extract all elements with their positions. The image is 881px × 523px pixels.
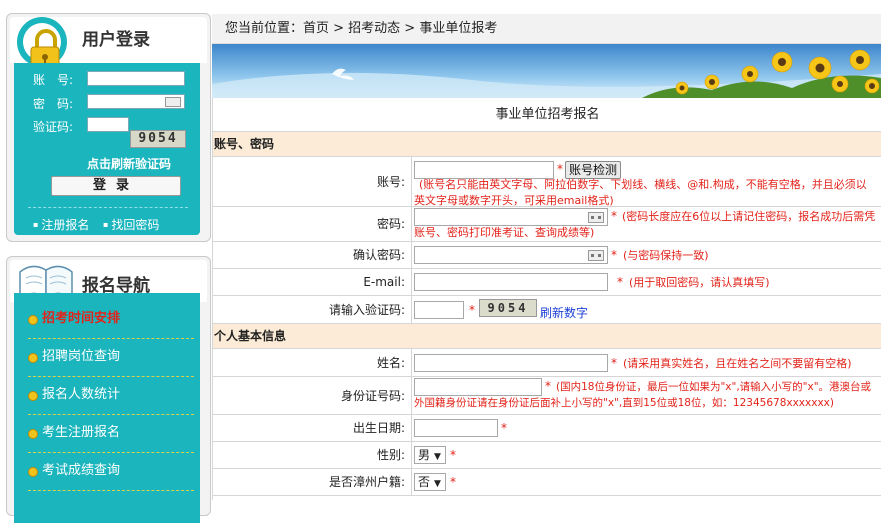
hukou-label: 是否漳州户籍:: [213, 469, 412, 495]
section-personal: 个人基本信息: [213, 324, 881, 349]
login-button[interactable]: 登录: [51, 176, 181, 196]
signup-nav-panel: 报名导航 招考时间安排 招聘岗位查询 报名人数统计 考生注册报名 考试成绩查询: [6, 256, 211, 523]
gender-row: 性别: 男 ▼ *: [213, 442, 881, 469]
account-row: 账号: * 账号检测 (账号名只能由英文字母、阿拉伯数字、下划线、横线、@和.构…: [213, 157, 881, 207]
email-note: (用于取回密码，请认真填写): [629, 276, 770, 289]
email-label: E-mail:: [213, 269, 412, 295]
registration-form: 事业单位招考报名 账号、密码 账号: * 账号检测 (账号名只能由英文字母、阿拉…: [212, 98, 881, 500]
captcha-row: 请输入验证码: * 9054 刷新数字: [213, 296, 881, 324]
captcha-label: 验证码:: [33, 120, 74, 134]
hukou-field: 否 ▼ *: [412, 469, 881, 495]
bullet-icon: [28, 315, 38, 325]
divider: [28, 207, 188, 208]
login-panel: 用户登录 账 号: 密 码: 验证码: 9054 点击刷新验证码 登录 注册报名…: [6, 13, 211, 242]
required-mark: *: [450, 475, 456, 489]
required-mark: *: [557, 162, 563, 176]
gender-select[interactable]: 男 ▼: [414, 446, 446, 464]
confirm-password-label: 确认密码:: [213, 242, 412, 268]
forgot-password-link[interactable]: 找回密码: [103, 216, 159, 233]
refresh-captcha-link[interactable]: 点击刷新验证码: [87, 155, 171, 172]
breadcrumb: 您当前位置：首页 > 招考动态 > 事业单位报考: [212, 14, 881, 44]
password-field: * (密码长度应在6位以上请记住密码，报名成功后需凭账号、密码打印准考证、查询成…: [412, 207, 881, 241]
name-field: * (请采用真实姓名，且在姓名之间不要留有空格): [412, 349, 881, 376]
required-mark: *: [501, 421, 507, 435]
nav-item-schedule[interactable]: 招考时间安排: [28, 301, 194, 339]
bullet-icon: [28, 467, 38, 477]
section-account: 账号、密码: [213, 132, 881, 157]
required-mark: *: [469, 303, 475, 317]
confirm-password-row: 确认密码: * (与密码保持一致): [213, 242, 881, 269]
nav-item-statistics[interactable]: 报名人数统计: [28, 377, 194, 415]
refresh-captcha-link[interactable]: 刷新数字: [540, 304, 588, 321]
captcha-input[interactable]: [414, 301, 464, 319]
gender-label: 性别:: [213, 442, 412, 468]
captcha-image[interactable]: 9054: [479, 299, 537, 317]
name-note: (请采用真实姓名，且在姓名之间不要留有空格): [623, 357, 852, 370]
nav-item-label: 考生注册报名: [42, 425, 121, 440]
password-label: 密码:: [213, 207, 412, 241]
captcha-image[interactable]: 9054: [130, 130, 186, 148]
password-note: (密码长度应在6位以上请记住密码，报名成功后需凭账号、密码打印准考证、查询成绩等…: [414, 210, 876, 239]
account-field: * 账号检测 (账号名只能由英文字母、阿拉伯数字、下划线、横线、@和.构成，不能…: [412, 157, 881, 207]
confirm-password-input[interactable]: [414, 246, 608, 264]
hukou-row: 是否漳州户籍: 否 ▼ *: [213, 469, 881, 496]
name-row: 姓名: * (请采用真实姓名，且在姓名之间不要留有空格): [213, 349, 881, 377]
nav-item-label: 招考时间安排: [42, 311, 121, 326]
nav-item-label: 报名人数统计: [42, 387, 121, 402]
account-label: 账号:: [213, 157, 412, 206]
captcha-input[interactable]: [87, 117, 129, 132]
captcha-field: * 9054 刷新数字: [412, 296, 881, 323]
confirm-password-field: * (与密码保持一致): [412, 242, 881, 268]
hukou-value: 否: [418, 475, 431, 489]
confirm-password-note: (与密码保持一致): [623, 249, 709, 262]
login-panel-header: 用户登录: [10, 17, 207, 72]
dropdown-arrow-icon: ▼: [434, 479, 441, 489]
bullet-icon: [28, 429, 38, 439]
birth-date-input[interactable]: [414, 419, 498, 437]
form-title: 事业单位招考报名: [213, 98, 881, 132]
hukou-select[interactable]: 否 ▼: [414, 473, 446, 491]
nav-list: 招考时间安排 招聘岗位查询 报名人数统计 考生注册报名 考试成绩查询: [14, 293, 200, 523]
keyboard-icon[interactable]: [165, 97, 181, 107]
bullet-icon: [28, 391, 38, 401]
gender-field: 男 ▼ *: [412, 442, 881, 468]
bullet-icon: [28, 353, 38, 363]
keyboard-icon[interactable]: [588, 250, 604, 261]
gender-value: 男: [418, 448, 431, 462]
dropdown-arrow-icon: ▼: [434, 452, 441, 462]
nav-item-label: 考试成绩查询: [42, 463, 121, 478]
required-mark: *: [450, 448, 456, 462]
required-mark: *: [617, 275, 623, 289]
nav-item-scores[interactable]: 考试成绩查询: [28, 453, 194, 491]
password-label: 密 码:: [33, 97, 74, 111]
main-content: 您当前位置：首页 > 招考动态 > 事业单位报考 事业单位招考报名 账号、密码 …: [212, 14, 881, 500]
email-input[interactable]: [414, 273, 608, 291]
name-input[interactable]: [414, 354, 608, 372]
name-label: 姓名:: [213, 349, 412, 376]
login-title: 用户登录: [82, 30, 150, 50]
id-number-row: 身份证号码: * (国内18位身份证，最后一位如果为"x",请输入小写的"x"。…: [213, 377, 881, 415]
id-number-label: 身份证号码:: [213, 377, 412, 414]
nav-item-positions[interactable]: 招聘岗位查询: [28, 339, 194, 377]
birth-date-field: *: [412, 415, 881, 441]
password-row: 密码: * (密码长度应在6位以上请记住密码，报名成功后需凭账号、密码打印准考证…: [213, 207, 881, 242]
birth-date-row: 出生日期: *: [213, 415, 881, 442]
birth-date-label: 出生日期:: [213, 415, 412, 441]
required-mark: *: [611, 248, 617, 262]
login-form: 账 号: 密 码: 验证码: 9054 点击刷新验证码 登录 注册报名 找回密码: [14, 63, 200, 235]
account-label: 账 号:: [33, 73, 74, 87]
required-mark: *: [611, 356, 617, 370]
banner-image: [212, 44, 881, 98]
id-number-field: * (国内18位身份证，最后一位如果为"x",请输入小写的"x"。港澳台或外国籍…: [412, 377, 881, 414]
email-row: E-mail: * (用于取回密码，请认真填写): [213, 269, 881, 296]
email-field: * (用于取回密码，请认真填写): [412, 269, 881, 295]
nav-item-label: 招聘岗位查询: [42, 349, 121, 364]
account-input[interactable]: [87, 71, 185, 86]
account-note: (账号名只能由英文字母、阿拉伯数字、下划线、横线、@和.构成，不能有空格，并且必…: [414, 178, 867, 207]
id-number-note: (国内18位身份证，最后一位如果为"x",请输入小写的"x"。港澳台或外国籍身份…: [414, 381, 872, 409]
password-input[interactable]: [87, 94, 185, 109]
captcha-label: 请输入验证码:: [213, 296, 412, 323]
nav-item-register[interactable]: 考生注册报名: [28, 415, 194, 453]
register-link[interactable]: 注册报名: [33, 216, 89, 233]
